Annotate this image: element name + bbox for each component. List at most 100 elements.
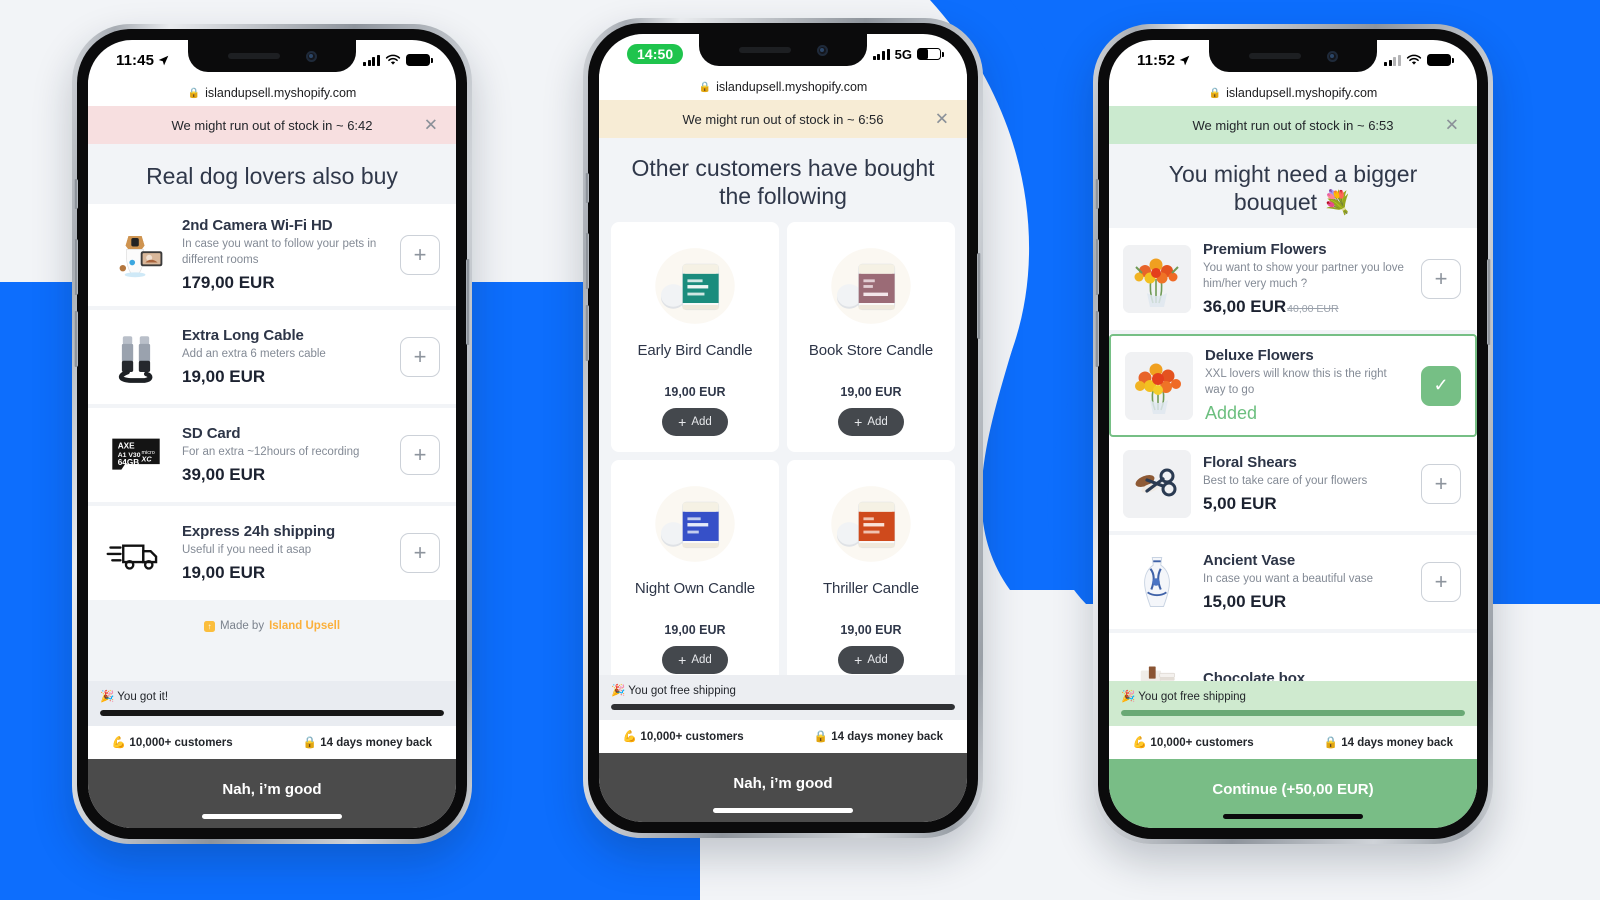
usb-cable-image [102, 323, 170, 391]
add-product-button[interactable]: + [400, 533, 440, 574]
product-price: 39,00 EUR [182, 465, 266, 485]
product-title: SD Card [182, 424, 241, 442]
progress-fill [611, 704, 955, 710]
list-item[interactable]: Extra Long Cable Add an extra 6 meters c… [88, 310, 456, 409]
product-card[interactable]: Night Own Candle 19,00 EUR + Add [611, 460, 779, 675]
add-product-button[interactable]: + [400, 337, 440, 378]
product-price: 19,00 EUR [840, 623, 902, 638]
progress-track [611, 704, 955, 710]
shipping-progress: 🎉 You got free shipping [1109, 681, 1477, 726]
url-text: islandupsell.myshopify.com [716, 80, 868, 94]
shipping-progress: 🎉 You got it! [88, 681, 456, 726]
list-item-selected[interactable]: Deluxe Flowers XXL lovers will know this… [1109, 334, 1477, 438]
add-product-button[interactable]: + Add [838, 646, 904, 675]
list-item[interactable]: Express 24h shipping Useful if you need … [88, 506, 456, 605]
mute-switch[interactable] [1095, 179, 1099, 209]
product-price: 179,00 EUR [182, 273, 275, 293]
svg-text:64GB: 64GB [118, 458, 139, 467]
add-product-button[interactable]: + Add [838, 408, 904, 437]
stock-banner-text: We might run out of stock in ~ 6:42 [171, 117, 373, 133]
status-time: 11:52 [1137, 51, 1176, 69]
product-price: 19,00 EUR [664, 623, 726, 638]
made-by-credit[interactable]: ↑ Made by Island Upsell [88, 604, 456, 655]
wifi-icon [385, 54, 401, 65]
close-icon[interactable]: ✕ [935, 111, 949, 128]
volume-up-button[interactable] [1095, 239, 1099, 295]
svg-text:XC: XC [140, 454, 152, 463]
island-upsell-logo: ↑ [203, 620, 215, 632]
product-card[interactable]: Early Bird Candle 19,00 EUR + Add [611, 222, 779, 453]
phone-right: 11:52 🔒 islandupsell.myshopify.com We mi… [1093, 24, 1493, 844]
add-product-button[interactable]: + Add [662, 646, 728, 675]
product-price: 15,00 EUR [1203, 592, 1287, 612]
add-product-button[interactable]: + [1421, 464, 1461, 505]
product-card[interactable]: Book Store Candle 19,00 EUR + Add [787, 222, 955, 453]
close-icon[interactable]: ✕ [424, 117, 438, 134]
add-product-button[interactable]: + [400, 435, 440, 476]
home-indicator [202, 814, 342, 819]
home-indicator [1223, 814, 1363, 819]
badge-customers: 💪 10,000+ customers [111, 737, 233, 749]
badge-money-back: 🔒 14 days money back [1323, 737, 1454, 749]
mute-switch[interactable] [74, 179, 78, 209]
volume-up-button[interactable] [74, 239, 78, 295]
add-button-label: Add [691, 416, 712, 429]
remove-product-button[interactable]: ✓ [1421, 365, 1461, 406]
cellular-signal-icon [1384, 54, 1401, 66]
bouquet-deluxe-image [1125, 351, 1193, 420]
volume-down-button[interactable] [1095, 311, 1099, 367]
product-price: 19,00 EUR [182, 563, 266, 583]
svg-text:AXE: AXE [118, 442, 135, 451]
stock-countdown-banner: We might run out of stock in ~ 6:56 ✕ [599, 100, 967, 138]
list-item[interactable]: Floral Shears Best to take care of your … [1109, 437, 1477, 536]
product-title: Extra Long Cable [182, 326, 304, 344]
product-price: 19,00 EUR [664, 385, 726, 400]
browser-url-bar[interactable]: 🔒 islandupsell.myshopify.com [599, 74, 967, 100]
list-item[interactable]: Premium Flowers You want to show your pa… [1109, 228, 1477, 335]
add-product-button[interactable]: + [400, 235, 440, 276]
decline-button-label: Nah, i’m good [733, 775, 833, 792]
plus-icon: + [678, 652, 687, 669]
trust-badges: 💪 10,000+ customers 🔒 14 days money back [599, 720, 967, 753]
badge-money-back: 🔒 14 days money back [813, 731, 944, 743]
sd-card-image: AXE A1 V30 64GB micro XC [102, 421, 170, 489]
volume-down-button[interactable] [585, 305, 589, 361]
power-button[interactable] [466, 259, 470, 345]
add-product-button[interactable]: + Add [662, 408, 728, 437]
decline-button[interactable]: Nah, i’m good [599, 753, 967, 822]
decline-button-label: Nah, i’m good [222, 781, 322, 798]
home-indicator [713, 808, 853, 813]
product-card[interactable]: Thriller Candle 19,00 EUR + Add [787, 460, 955, 675]
decline-button[interactable]: Nah, i’m good [88, 759, 456, 828]
browser-url-bar[interactable]: 🔒 islandupsell.myshopify.com [1109, 80, 1477, 106]
list-item[interactable]: Chocolate box [1109, 633, 1477, 681]
status-time-recording-pill: 14:50 [627, 44, 684, 64]
add-product-button[interactable]: + [1421, 259, 1461, 300]
add-product-button[interactable]: + [1421, 562, 1461, 603]
product-title: Express 24h shipping [182, 522, 336, 540]
power-button[interactable] [977, 253, 981, 339]
page-title: You might need a bigger bouquet 💐 [1168, 161, 1418, 216]
add-button-label: Add [867, 654, 888, 667]
mute-switch[interactable] [585, 173, 589, 203]
wifi-icon [1406, 54, 1422, 65]
delivery-truck-icon [102, 519, 170, 587]
volume-down-button[interactable] [74, 311, 78, 367]
network-type-label: 5G [894, 46, 912, 62]
product-price: 19,00 EUR [840, 385, 902, 400]
browser-url-bar[interactable]: 🔒 islandupsell.myshopify.com [88, 80, 456, 106]
product-price: 19,00 EUR [182, 367, 266, 387]
close-icon[interactable]: ✕ [1445, 117, 1459, 134]
phone-left: 11:45 🔒 islandupsell.myshopify.com We mi… [72, 24, 472, 844]
power-button[interactable] [1487, 259, 1491, 345]
lock-icon: 🔒 [698, 81, 712, 93]
chocolate-box-image [1123, 646, 1191, 681]
location-arrow-icon [158, 55, 169, 65]
list-item[interactable]: Ancient Vase In case you want a beautifu… [1109, 535, 1477, 634]
list-item[interactable]: 2nd Camera Wi-Fi HD In case you want to … [88, 204, 456, 311]
trust-badges: 💪 10,000+ customers 🔒 14 days money back [1109, 726, 1477, 759]
made-by-brand[interactable]: Island Upsell [269, 620, 340, 632]
volume-up-button[interactable] [585, 233, 589, 289]
continue-button[interactable]: Continue (+50,00 EUR) [1109, 759, 1477, 828]
list-item[interactable]: AXE A1 V30 64GB micro XC SD Card For an … [88, 408, 456, 507]
